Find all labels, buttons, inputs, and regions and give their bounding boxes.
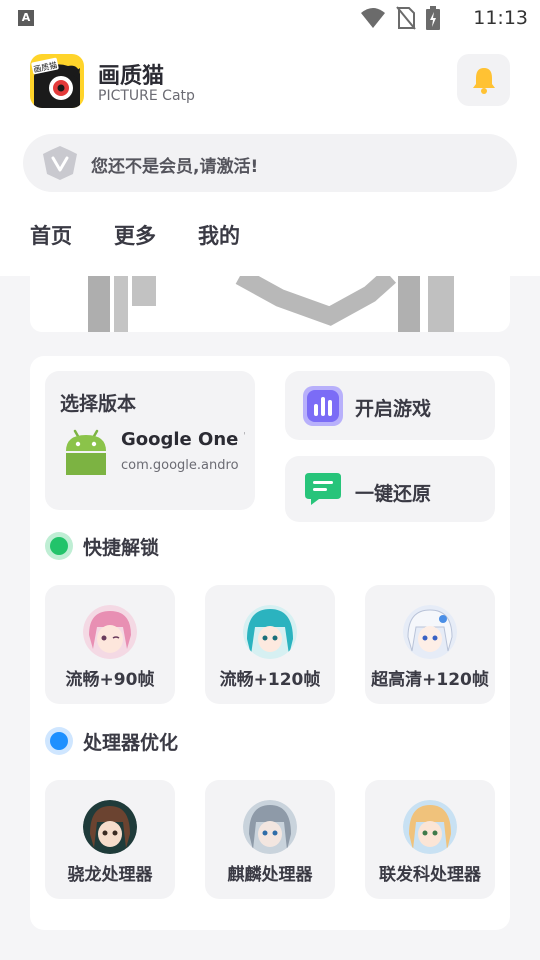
anime-avatar-blonde [403,800,457,854]
battery-charging-icon [426,6,440,30]
wifi-icon [361,8,385,28]
tab-more[interactable]: 更多 [114,220,156,250]
android-icon [66,429,106,475]
fps-90-tile[interactable]: 流畅+90帧 [45,585,175,704]
message-icon [305,473,341,505]
processor-heading: 处理器优化 [45,727,178,755]
tile-label: 流畅+120帧 [219,670,321,690]
tile-label: 超高清+120帧 [371,670,489,690]
tab-mine[interactable]: 我的 [198,220,240,250]
tab-home[interactable]: 首页 [30,220,76,256]
anime-avatar-brown [83,800,137,854]
package-id: com.google.andro [121,458,239,473]
start-game-button[interactable]: 开启游戏 [285,371,495,440]
blue-dot-icon [45,727,73,755]
tile-label: 麒麟处理器 [227,865,313,885]
fps-120-tile[interactable]: 流畅+120帧 [205,585,335,704]
restore-button[interactable]: 一键还原 [285,456,495,522]
anime-avatar-white [403,605,457,659]
tile-label: 联发科处理器 [379,865,481,885]
membership-banner[interactable]: 您还不是会员,请激活! [23,134,517,192]
app-subtitle: PICTURE Catp [98,88,195,104]
clock: 11:13 [473,7,528,29]
package-name: Google One Ti [121,429,245,450]
vip-crown-icon [43,146,77,180]
status-bar: A 11:13 [0,0,540,36]
chart-bars-icon [303,386,343,426]
snapdragon-tile[interactable]: 骁龙处理器 [45,780,175,899]
tab-bar: 首页 更多 我的 [30,220,240,256]
accessibility-icon: A [18,10,34,26]
ultra-hd-120-tile[interactable]: 超高清+120帧 [365,585,495,704]
tile-label: 骁龙处理器 [67,865,153,885]
quick-unlock-heading: 快捷解锁 [45,532,159,560]
banner-image[interactable] [30,276,510,332]
kirin-tile[interactable]: 麒麟处理器 [205,780,335,899]
tile-label: 流畅+90帧 [65,670,155,690]
anime-avatar-silver [243,800,297,854]
no-sim-icon [396,6,416,30]
restore-label: 一键还原 [355,483,432,505]
start-game-label: 开启游戏 [355,398,432,420]
notification-button[interactable] [457,54,510,106]
membership-text: 您还不是会员,请激活! [91,157,259,177]
anime-avatar-pink [83,605,137,659]
bell-icon [472,68,495,94]
app-name: 画质猫 [98,64,165,89]
app-logo: 画质猫 [30,54,84,108]
app-header: 画质猫 画质猫 PICTURE Catp 您还不是会员,请激活! 首页 更多 我… [0,36,540,276]
select-version-card[interactable]: 选择版本 Google One Ti com.google.andro [45,371,255,510]
anime-avatar-teal [243,605,297,659]
status-icons [360,6,440,30]
green-dot-icon [45,532,73,560]
mediatek-tile[interactable]: 联发科处理器 [365,780,495,899]
main-card: 选择版本 Google One Ti com.google.andro 开启游戏… [30,356,510,930]
version-title: 选择版本 [60,393,137,415]
